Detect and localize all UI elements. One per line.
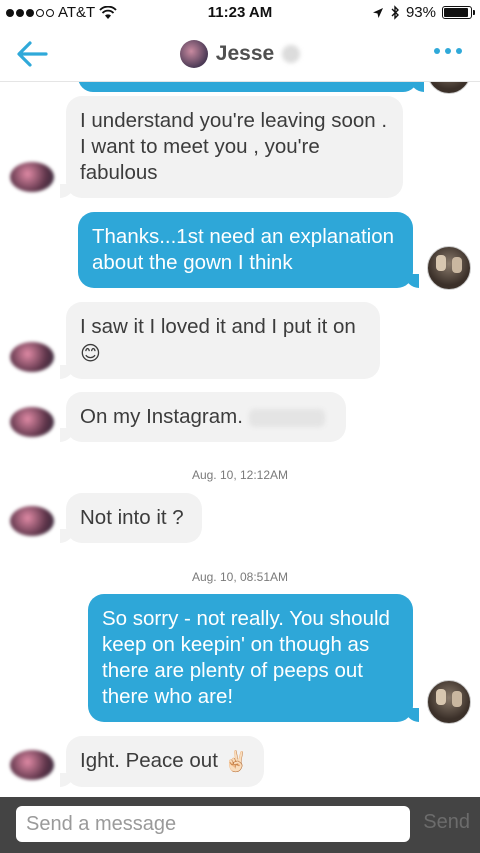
contact-message-avatar[interactable] (10, 407, 54, 437)
message-text: So sorry - not really. You should keep o… (102, 607, 390, 708)
message-bubble-outgoing: Thanks...1st need an explanation about t… (78, 212, 419, 288)
contact-title[interactable]: Jesse (0, 40, 480, 68)
message-bubble-outgoing: So sorry - not really. You should keep o… (88, 594, 419, 722)
message-input[interactable] (16, 806, 410, 842)
message-list[interactable]: I understand you're leaving soon . I wan… (0, 82, 480, 797)
contact-message-avatar[interactable] (10, 506, 54, 536)
message-bubble-incoming: Ight. Peace out ✌🏻 (60, 736, 264, 787)
message-timestamp: Aug. 10, 08:51AM (191, 570, 289, 584)
message-text: Ight. Peace out (80, 749, 218, 772)
message-text: I saw it I loved it and I put it on (80, 315, 356, 338)
battery-percent: 93% (405, 4, 436, 21)
send-button[interactable]: Send (423, 811, 470, 834)
status-right: 93% (372, 4, 475, 21)
contact-message-avatar[interactable] (10, 162, 54, 192)
contact-message-avatar[interactable] (10, 342, 54, 372)
message-text: Not into it ? (80, 506, 184, 529)
more-dot-icon (434, 48, 440, 54)
message-timestamp: Aug. 10, 12:12AM (191, 468, 289, 482)
battery-level (444, 8, 469, 17)
message-bubble-outgoing-partial (78, 82, 424, 92)
my-avatar (427, 82, 471, 94)
more-dot-icon (456, 48, 462, 54)
message-text: Thanks...1st need an explanation about t… (92, 225, 395, 274)
chat-header: Jesse (0, 26, 480, 82)
message-bubble-incoming: I saw it I loved it and I put it on 😊 (60, 302, 380, 379)
message-text: I understand you're leaving soon . I wan… (80, 109, 388, 184)
victory-hand-emoji: ✌🏻 (223, 750, 249, 773)
message-bubble-incoming: Not into it ? (60, 493, 202, 543)
contact-avatar[interactable] (179, 40, 208, 68)
more-dot-icon (445, 48, 451, 54)
message-composer: Send (0, 797, 480, 853)
status-bar: AT&T 11:23 AM 93% (0, 0, 480, 26)
message-bubble-incoming: On my Instagram. (60, 392, 346, 442)
message-text: On my Instagram. (80, 405, 243, 428)
contact-name[interactable]: Jesse (216, 42, 274, 66)
location-arrow-icon (372, 7, 383, 18)
bluetooth-icon (391, 5, 399, 20)
my-avatar (427, 680, 471, 724)
my-avatar (427, 246, 471, 290)
battery-icon (442, 6, 475, 19)
redacted-surname (282, 45, 301, 63)
contact-message-avatar[interactable] (10, 750, 54, 780)
more-options-button[interactable] (434, 48, 462, 54)
smiling-face-emoji: 😊 (80, 342, 101, 365)
redacted-handle (248, 408, 325, 427)
message-bubble-incoming: I understand you're leaving soon . I wan… (60, 96, 403, 198)
